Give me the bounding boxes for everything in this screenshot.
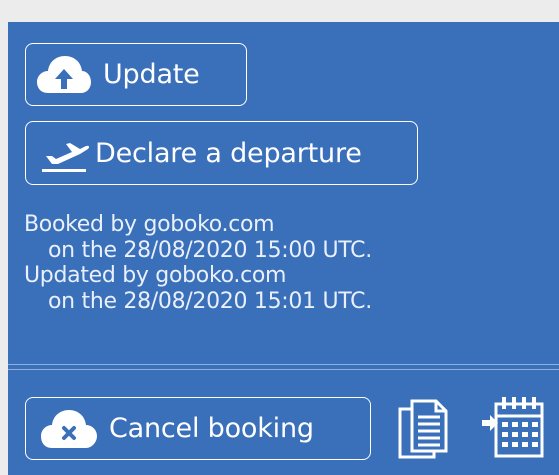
cloud-cancel-icon bbox=[41, 409, 97, 448]
cancel-booking-button[interactable]: Cancel booking bbox=[25, 397, 371, 460]
booking-history: Booked by goboko.com on the 28/08/2020 1… bbox=[24, 212, 372, 314]
booked-on-text: on the 28/08/2020 15:00 UTC. bbox=[48, 237, 372, 263]
cloud-upload-icon bbox=[37, 55, 91, 93]
plane-departure-icon bbox=[42, 143, 90, 172]
section-divider bbox=[8, 364, 559, 370]
booked-by-text: Booked by goboko.com bbox=[24, 212, 275, 237]
documents-icon[interactable] bbox=[396, 395, 448, 459]
updated-on-text: on the 28/08/2020 15:01 UTC. bbox=[48, 288, 372, 314]
update-button-label: Update bbox=[103, 59, 200, 90]
updated-by-text: Updated by goboko.com bbox=[24, 263, 287, 288]
declare-departure-button[interactable]: Declare a departure bbox=[25, 121, 418, 185]
booking-actions-panel: Update Declare a departure Booked by gob… bbox=[8, 22, 559, 475]
declare-departure-label: Declare a departure bbox=[95, 137, 362, 169]
cancel-booking-label: Cancel booking bbox=[109, 413, 314, 444]
calendar-add-icon[interactable] bbox=[482, 394, 546, 460]
update-button[interactable]: Update bbox=[25, 43, 247, 106]
